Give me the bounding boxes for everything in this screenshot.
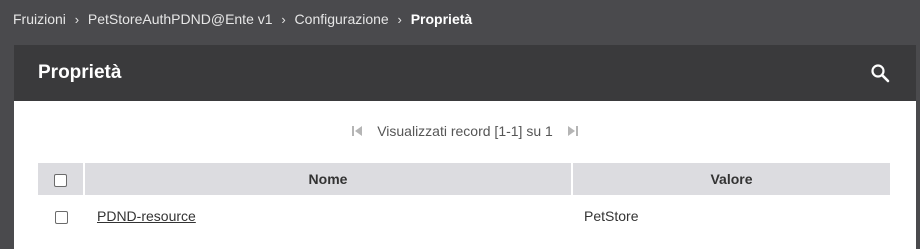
breadcrumb-separator: › [281,11,286,27]
breadcrumb-separator: › [397,11,402,27]
breadcrumb: Fruizioni › PetStoreAuthPDND@Ente v1 › C… [13,0,472,38]
last-page-icon[interactable] [565,123,581,139]
table-row: PDND-resource PetStore [38,195,890,237]
row-checkbox[interactable] [54,210,68,224]
properties-table: Nome Valore PDND-resource PetStore [38,163,890,237]
select-all-cell [38,163,85,195]
property-name-link[interactable]: PDND-resource [97,208,196,224]
pagination: Visualizzati record [1-1] su 1 [14,123,916,139]
breadcrumb-petstore[interactable]: PetStoreAuthPDND@Ente v1 [88,11,273,27]
cell-nome: PDND-resource [84,195,572,237]
column-header-valore[interactable]: Valore [572,163,890,195]
row-select-cell [38,195,84,237]
breadcrumb-separator: › [74,11,80,27]
breadcrumb-fruizioni[interactable]: Fruizioni [13,11,66,27]
table-header-row: Nome Valore [38,163,890,195]
breadcrumb-configurazione[interactable]: Configurazione [295,11,389,27]
first-page-icon[interactable] [349,123,365,139]
select-all-checkbox[interactable] [54,173,67,187]
properties-panel: Proprietà Visualizzati record [1-1] su 1 [14,45,916,249]
page-title: Proprietà [38,62,122,83]
pagination-info: Visualizzati record [1-1] su 1 [377,123,553,139]
cell-valore: PetStore [584,208,639,224]
panel-header: Proprietà [14,45,916,101]
column-header-nome[interactable]: Nome [84,163,573,195]
search-icon[interactable] [868,61,892,85]
breadcrumb-current: Proprietà [410,11,473,27]
